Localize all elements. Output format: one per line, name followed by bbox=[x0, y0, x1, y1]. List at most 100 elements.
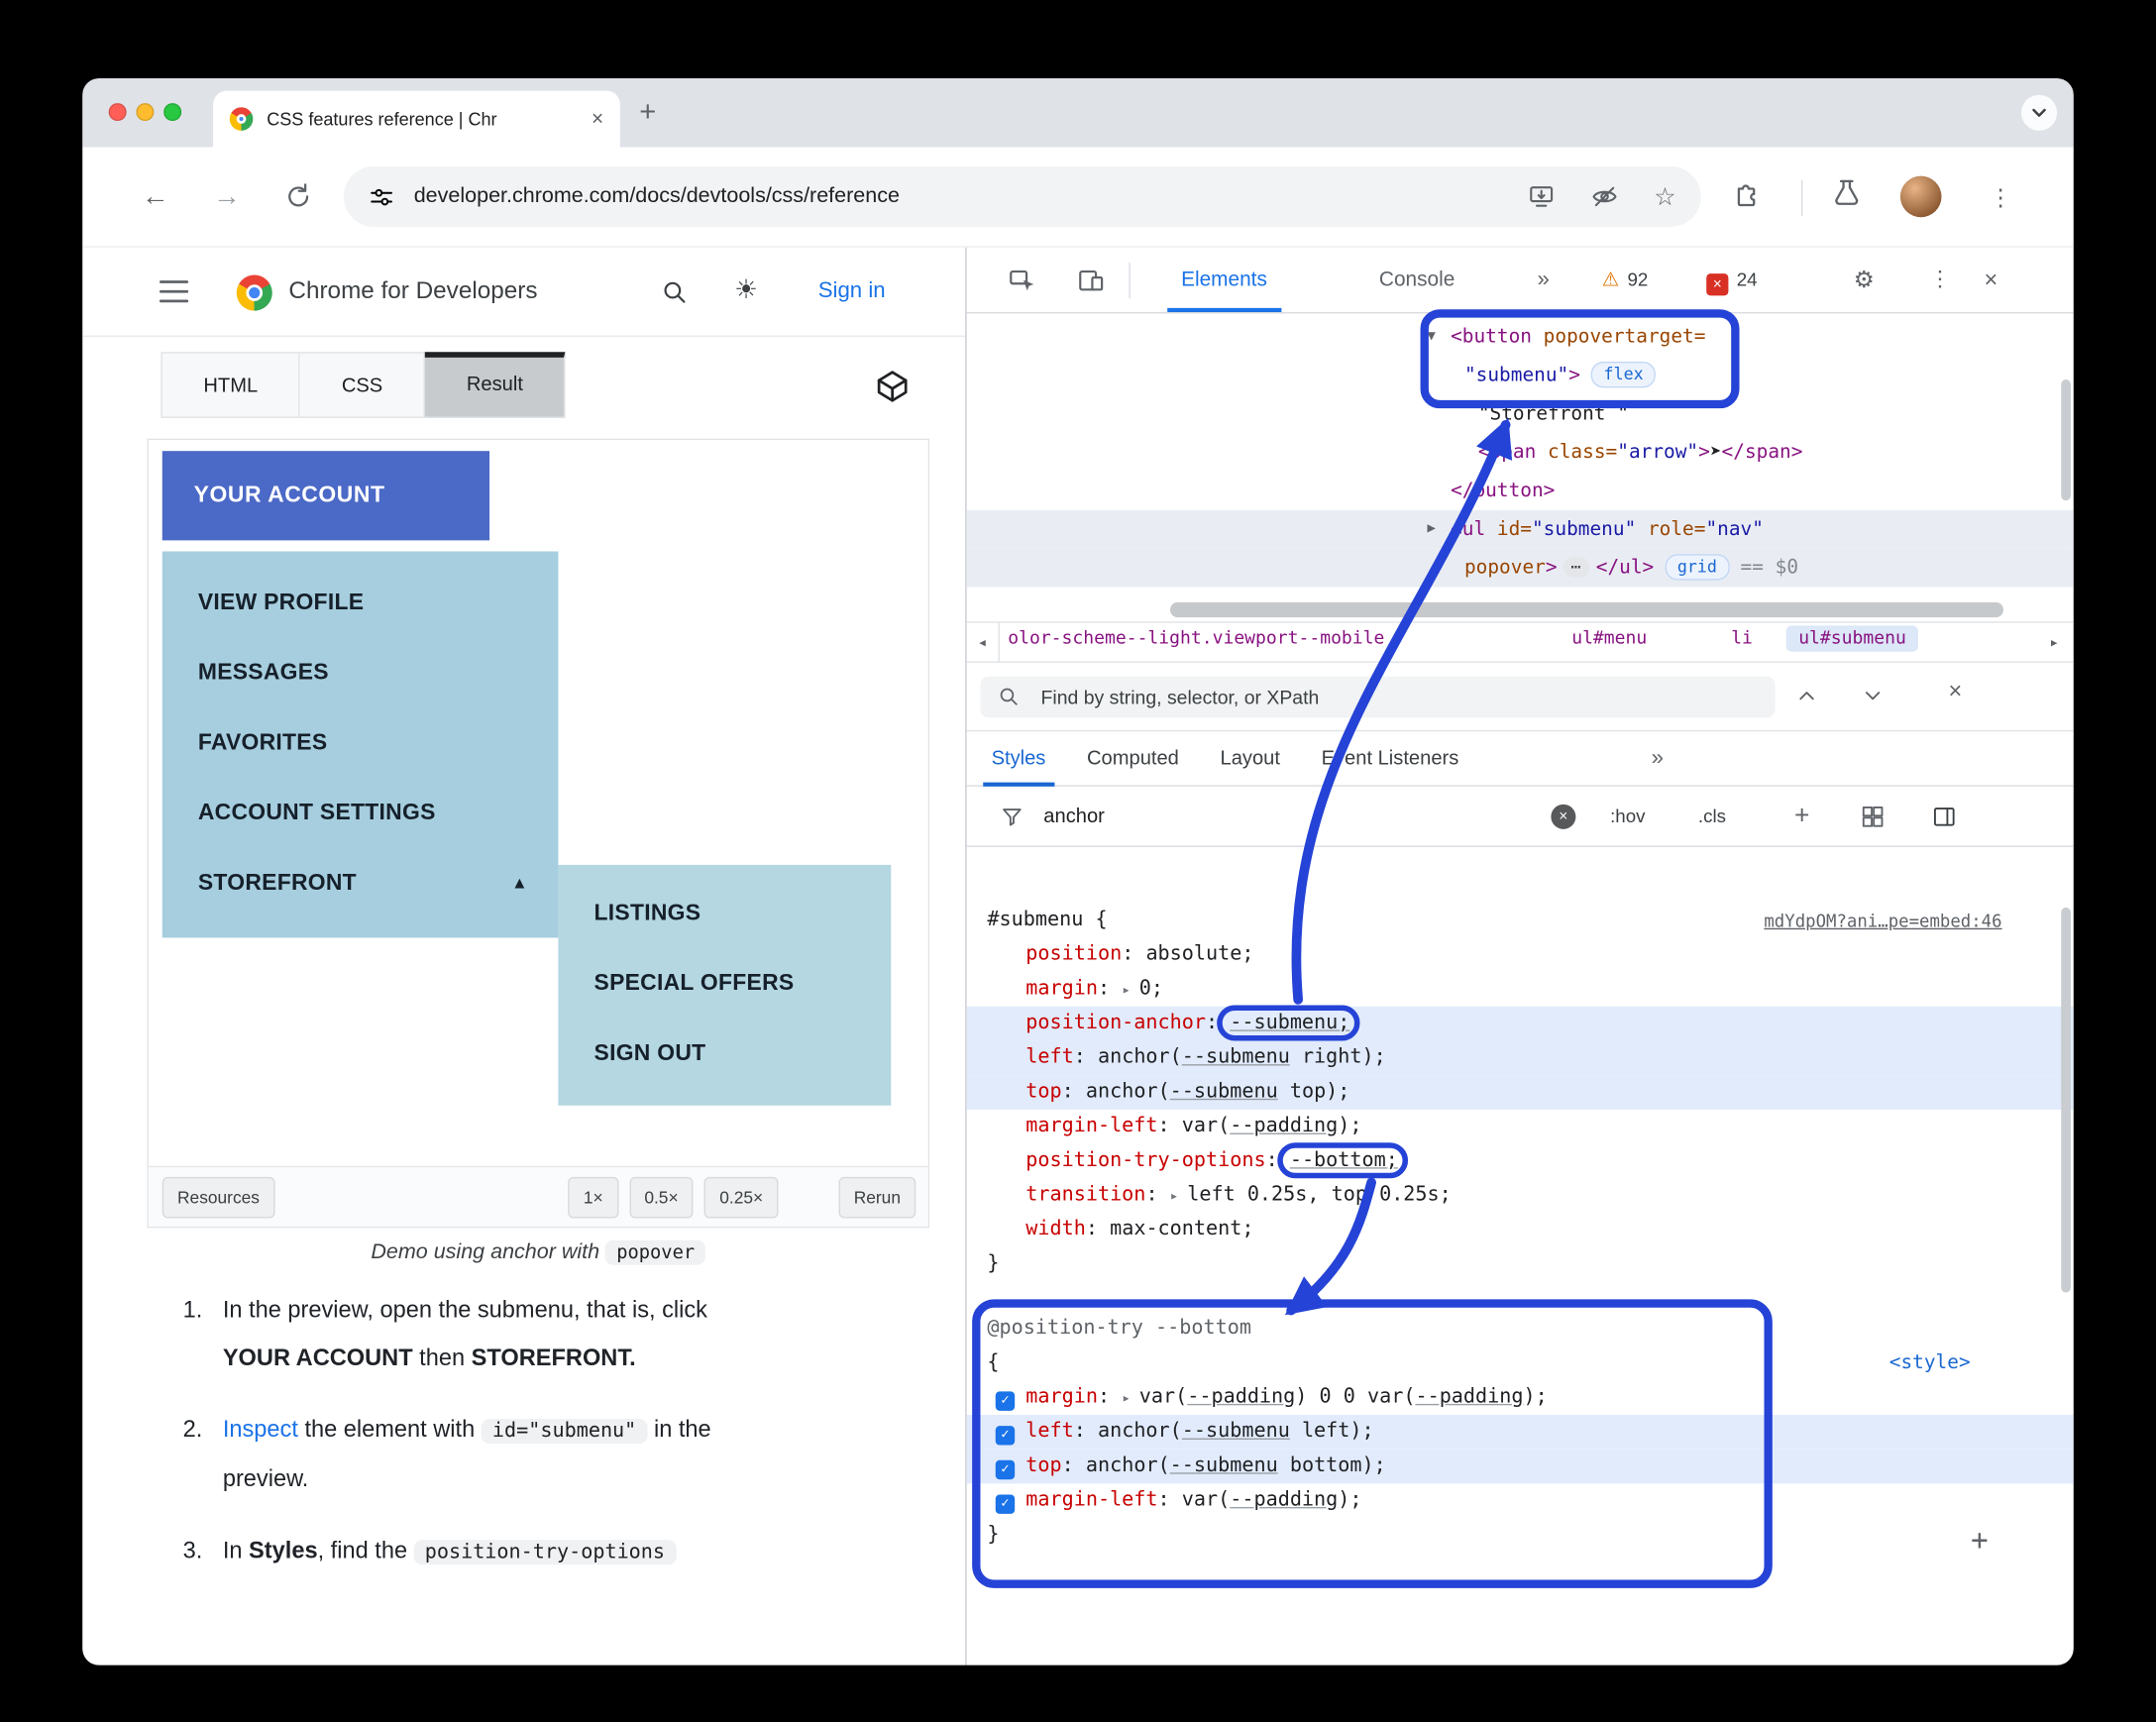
style-rule-row[interactable]: transition: ▸ left 0.25s, top 0.25s; bbox=[967, 1178, 2074, 1213]
hamburger-menu-icon[interactable] bbox=[159, 280, 189, 309]
browser-tab[interactable]: CSS features reference | Chr × bbox=[213, 90, 620, 148]
breadcrumb-item[interactable]: ul#submenu bbox=[1785, 625, 1919, 652]
dom-tree-row[interactable]: </button> bbox=[967, 472, 2074, 510]
inspect-element-icon[interactable] bbox=[1008, 267, 1036, 302]
profile-avatar[interactable] bbox=[1899, 175, 1942, 218]
styles-vertical-scrollbar[interactable] bbox=[2061, 907, 2071, 1293]
property-checkbox[interactable]: ✓ bbox=[995, 1391, 1016, 1411]
breadcrumb-item[interactable]: olor-scheme--light.viewport--mobile bbox=[1008, 628, 1384, 649]
submenu-item[interactable]: STOREFRONT ▲ bbox=[162, 848, 559, 918]
add-rule-plus-icon[interactable]: + bbox=[1971, 1524, 1989, 1557]
codepen-icon[interactable] bbox=[875, 369, 911, 411]
dom-tree-row[interactable]: <span class="arrow">➤</span> bbox=[967, 433, 2074, 472]
dom-tree-row[interactable]: "submenu"> flex bbox=[967, 356, 2074, 394]
forward-button[interactable]: → bbox=[206, 147, 248, 247]
devtools-menu-kebab-icon[interactable]: ⋮ bbox=[1929, 248, 1951, 312]
bookmark-star-icon[interactable]: ☆ bbox=[1654, 182, 1675, 211]
style-rule-row[interactable]: margin: ▸ 0; bbox=[967, 972, 2074, 1007]
style-rule-row[interactable]: @position-try --bottom bbox=[967, 1312, 2074, 1346]
property-checkbox[interactable]: ✓ bbox=[995, 1494, 1016, 1514]
breadcrumb-scroll-right-icon[interactable]: ▸ bbox=[2038, 623, 2071, 662]
dom-tree-row[interactable]: ▼ <button popovertarget= bbox=[967, 318, 2074, 357]
tab-layout[interactable]: Layout bbox=[1221, 731, 1280, 787]
horizontal-scrollbar[interactable] bbox=[1169, 601, 2003, 618]
find-next-chevron-down-icon[interactable] bbox=[1861, 684, 1886, 715]
dom-tree-row[interactable]: ▶ <ul id="submenu" role="nav" bbox=[966, 509, 2074, 549]
resources-button[interactable]: Resources bbox=[162, 1176, 275, 1218]
new-style-rule-plus-icon[interactable]: + bbox=[1794, 787, 1809, 847]
style-rule-row[interactable]: ✓ top: anchor(--submenu bottom); bbox=[966, 1449, 2074, 1484]
window-close-button[interactable] bbox=[108, 103, 127, 122]
expand-caret-icon[interactable]: ▶ bbox=[1427, 510, 1435, 549]
property-checkbox[interactable]: ✓ bbox=[995, 1426, 1016, 1446]
expand-caret-icon[interactable]: ▼ bbox=[1427, 318, 1435, 357]
style-rule-row[interactable]: ✓ left: anchor(--submenu left); bbox=[966, 1415, 2074, 1450]
style-rule-row[interactable]: margin-left: var(--padding); bbox=[967, 1110, 2074, 1144]
style-rule-row[interactable]: position: absolute; bbox=[967, 937, 2074, 972]
tab-close-icon[interactable]: × bbox=[592, 107, 603, 131]
more-sidebar-tabs-icon[interactable]: » bbox=[1652, 746, 1664, 771]
find-close-icon[interactable]: × bbox=[1948, 678, 1962, 705]
style-rule-row[interactable]: width: max-content; bbox=[967, 1213, 2074, 1247]
subsubmenu-item[interactable]: SPECIAL OFFERS bbox=[558, 949, 891, 1020]
extensions-puzzle-icon[interactable] bbox=[1733, 177, 1764, 214]
browser-menu-kebab-icon[interactable]: ⋮ bbox=[1980, 147, 2021, 247]
style-rule-row[interactable]: ✓ margin-left: var(--padding); bbox=[967, 1483, 2074, 1518]
style-rule-row[interactable]: #submenu {mdYdpOM?ani…pe=embed:46 bbox=[967, 904, 2074, 938]
element-states-icon[interactable] bbox=[1861, 805, 1886, 829]
sign-in-link[interactable]: Sign in bbox=[818, 279, 886, 304]
submenu-item[interactable]: VIEW PROFILE bbox=[162, 568, 559, 638]
style-rule-row[interactable]: } bbox=[967, 1518, 2074, 1553]
window-zoom-button[interactable] bbox=[163, 103, 182, 122]
dom-tree-row[interactable]: popover> ⋯ </ul> grid == $0 bbox=[966, 548, 2074, 588]
tab-css[interactable]: CSS bbox=[300, 352, 426, 418]
site-settings-icon[interactable] bbox=[369, 183, 394, 209]
errors-badge[interactable]: × 24 bbox=[1706, 248, 1758, 312]
search-icon[interactable] bbox=[660, 277, 689, 313]
scale-1x-button[interactable]: 1× bbox=[568, 1176, 618, 1218]
style-rule-row[interactable]: ✓ margin: ▸ var(--padding) 0 0 var(--padd… bbox=[967, 1380, 2074, 1415]
toggle-classes-button[interactable]: .cls bbox=[1698, 787, 1726, 847]
tab-html[interactable]: HTML bbox=[161, 352, 301, 418]
tree-vertical-scrollbar[interactable] bbox=[2061, 379, 2071, 501]
warnings-badge[interactable]: ⚠ 92 bbox=[1602, 248, 1649, 312]
dom-tree-row[interactable]: "Storefront " bbox=[967, 394, 2074, 433]
subsubmenu-item[interactable]: SIGN OUT bbox=[558, 1019, 891, 1089]
submenu-item[interactable]: ACCOUNT SETTINGS bbox=[162, 778, 559, 848]
window-minimize-button[interactable] bbox=[136, 103, 155, 122]
devtools-settings-gear-icon[interactable]: ⚙ bbox=[1854, 248, 1875, 312]
submenu-item[interactable]: FAVORITES bbox=[162, 708, 559, 779]
tab-console[interactable]: Console bbox=[1379, 248, 1455, 312]
tab-search-button[interactable] bbox=[2021, 94, 2058, 131]
stylesheet-link[interactable]: <style> bbox=[1889, 1346, 1971, 1381]
reload-button[interactable] bbox=[277, 181, 319, 214]
breadcrumb-item[interactable]: ul#menu bbox=[1571, 628, 1647, 649]
url-text[interactable]: developer.chrome.com/docs/devtools/css/r… bbox=[414, 184, 1492, 209]
rerun-button[interactable]: Rerun bbox=[838, 1176, 916, 1218]
toggle-hover-state-button[interactable]: :hov bbox=[1610, 787, 1645, 847]
clear-filter-icon[interactable]: × bbox=[1551, 804, 1576, 829]
tab-result[interactable]: Result bbox=[425, 352, 566, 418]
style-rule-row[interactable]: position-anchor: --submenu; bbox=[966, 1006, 2074, 1041]
address-bar[interactable]: developer.chrome.com/docs/devtools/css/r… bbox=[343, 165, 1701, 227]
toggle-sidebar-panel-icon[interactable] bbox=[1932, 805, 1957, 829]
your-account-button[interactable]: YOUR ACCOUNT bbox=[162, 451, 490, 541]
style-rule-row[interactable]: left: anchor(--submenu right); bbox=[966, 1040, 2074, 1076]
device-toolbar-icon[interactable] bbox=[1077, 267, 1106, 302]
experiments-flask-icon[interactable] bbox=[1831, 177, 1862, 214]
install-app-icon[interactable] bbox=[1528, 183, 1556, 211]
property-checkbox[interactable]: ✓ bbox=[995, 1459, 1016, 1480]
find-previous-chevron-up-icon[interactable] bbox=[1794, 684, 1819, 715]
tab-event-listeners[interactable]: Event Listeners bbox=[1322, 731, 1459, 787]
inspect-link[interactable]: Inspect bbox=[223, 1416, 298, 1442]
tab-styles[interactable]: Styles bbox=[983, 731, 1053, 787]
stylesheet-link[interactable]: mdYdpOM?ani…pe=embed:46 bbox=[1764, 904, 2001, 938]
theme-toggle-sun-icon[interactable]: ☀ bbox=[734, 275, 758, 307]
devtools-close-icon[interactable]: × bbox=[1985, 248, 1998, 312]
tab-elements[interactable]: Elements bbox=[1167, 248, 1280, 313]
back-button[interactable]: ← bbox=[135, 147, 176, 247]
find-input[interactable] bbox=[980, 676, 1776, 718]
style-rule-row[interactable]: {<style> bbox=[967, 1346, 2074, 1381]
style-rule-row[interactable]: top: anchor(--submenu top); bbox=[966, 1075, 2074, 1110]
styles-filter-input[interactable] bbox=[1043, 797, 1512, 836]
